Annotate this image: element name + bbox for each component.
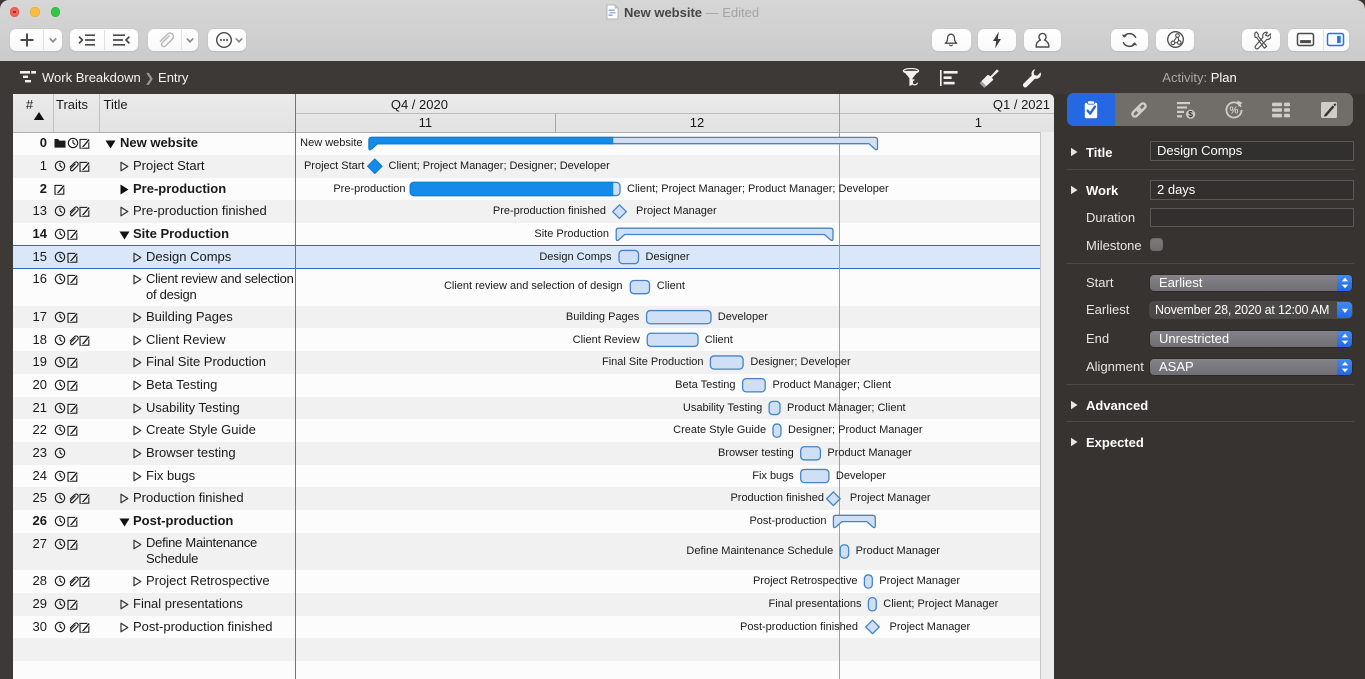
svg-text:$: $ bbox=[1188, 109, 1193, 119]
svg-text:%: % bbox=[1230, 105, 1239, 116]
